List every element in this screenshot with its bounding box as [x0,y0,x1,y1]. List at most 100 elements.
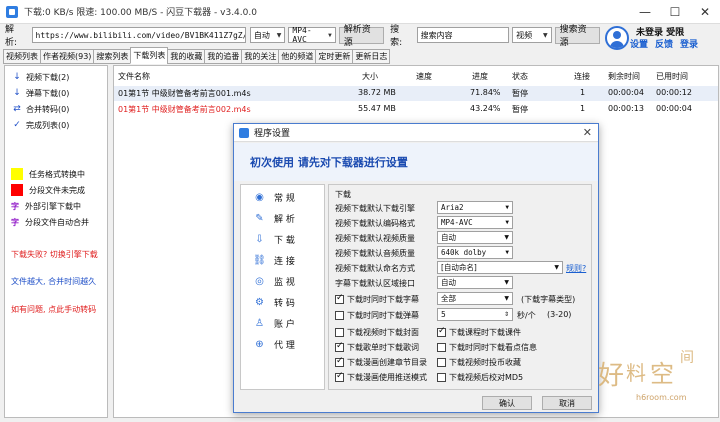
danmaku-checkbox[interactable]: 下载时同时下载弹幕 [335,310,419,321]
tab-search-list[interactable]: 搜索列表 [93,49,132,64]
nav-proxy[interactable]: ⊕ 代 理 [253,338,295,351]
tab-channel[interactable]: 他的频道 [278,49,317,64]
checkbox-checked-icon [335,371,344,382]
parse-button[interactable]: 解析资源 [338,25,385,48]
svg-text:间: 间 [680,350,694,366]
checkbox-unchecked-icon [335,328,344,337]
red-swatch [11,184,23,196]
note-switch-engine[interactable]: 下载失败? 切换引擎下载 [11,249,98,260]
tab-download-list[interactable]: 下载列表 [130,47,169,64]
subtitle-checkbox[interactable]: 下载时同时下载字幕 [335,293,419,305]
col-filename[interactable]: 文件名称 [118,71,150,82]
col-elapsed[interactable]: 已用时间 [656,71,688,82]
subtitle-type-select[interactable]: 全部 ▼ [437,292,513,305]
nav-label: 账 户 [274,320,295,330]
tab-favorites[interactable]: 我的收藏 [167,49,206,64]
search-type-select[interactable]: 视频 ▼ [512,27,552,43]
lyrics-checkbox[interactable]: 下载歌单时下载歌词 [335,341,419,353]
table-row[interactable]: 01第1节 中级财管备考前言001.m4s 38.72 MB 71.84% 暂停… [114,86,718,101]
comic-chapter-checkbox[interactable]: 下载漫画创建章节目录 [335,356,427,368]
checkbox-unchecked-icon [437,358,446,367]
title-bar: 下载:0 KB/s 限速: 100.00 MB/S - 闪豆下载器 - v3.4… [0,0,720,24]
search-button[interactable]: 搜索资源 [554,25,600,48]
ok-button[interactable]: 确认 [482,396,532,410]
sidebar-item-merge-transcode[interactable]: ⇄ 合并转码(0) [11,102,69,116]
comic-push-checkbox[interactable]: 下载漫画使用推送模式 [335,371,427,383]
codec-field-select[interactable]: MP4-AVC ▼ [437,216,513,229]
dialog-banner: 初次使用 请先对下载器进行设置 [234,143,598,181]
row-status: 暂停 [512,89,528,98]
codec-select[interactable]: MP4-AVC ▼ [288,26,336,44]
nav-label: 解 析 [274,215,295,225]
table-header: 文件名称 大小 速度 进度 状态 连接 剩余时间 已用时间 [114,68,718,84]
checkbox-unchecked-icon [437,373,446,382]
highlights-checkbox[interactable]: 下载时同时下载看点信息 [437,342,537,353]
video-quality-label: 视频下载默认视频质量 [335,234,415,243]
note-manual-transcode[interactable]: 如有问题, 点此手动转码 [11,304,96,315]
nav-account[interactable]: ♙ 账 户 [253,317,295,330]
mode-select[interactable]: 自动 ▼ [249,27,286,43]
checkbox-checked-icon [335,341,344,352]
avatar[interactable] [605,26,629,50]
nav-transcode[interactable]: ⚙ 转 码 [253,296,295,309]
checkbox-label: 下载视频时下载封面 [347,328,419,337]
tab-changelog[interactable]: 更新日志 [352,49,391,64]
col-size[interactable]: 大小 [362,71,378,82]
group-title: 下载 [335,190,351,199]
audio-quality-select[interactable]: 640k dolby ▼ [437,246,513,259]
settings-link[interactable]: 设置 [630,37,648,50]
tab-following-series[interactable]: 我的追番 [204,49,243,64]
tab-video-list[interactable]: 视频列表 [3,49,41,64]
checkbox-label: 下载漫画创建章节目录 [347,358,427,367]
sidebar-item-danmaku-download[interactable]: ↓ 弹幕下载(0) [11,86,69,100]
tab-author-videos[interactable]: 作者视频(93) [40,49,95,64]
tab-following[interactable]: 我的关注 [241,49,280,64]
checkbox-label: 下载时同时下载字幕 [347,295,419,304]
col-remaining[interactable]: 剩余时间 [608,71,640,82]
minimize-button[interactable]: — [630,0,660,24]
nav-general[interactable]: ◉ 常 规 [253,191,295,204]
sidebar-item-video-download[interactable]: ↓ 视频下载(2) [11,70,69,84]
codec-select-value: MP4-AVC [292,26,312,44]
login-link[interactable]: 登录 [680,37,698,50]
row-status: 暂停 [512,105,528,114]
cover-checkbox[interactable]: 下载视频时下载封面 [335,327,419,338]
col-speed[interactable]: 速度 [416,71,432,82]
search-input[interactable]: 搜索内容 [416,27,510,43]
maximize-button[interactable]: ☐ [660,0,690,24]
table-row[interactable]: 01第1节 中级财管备考前言002.m4s 55.47 MB 43.24% 暂停… [114,102,718,117]
feedback-link[interactable]: 反馈 [655,37,673,50]
naming-select[interactable]: [自动命名] ▼ [437,261,563,274]
legend-label: 任务格式转换中 [29,169,85,179]
close-icon[interactable]: ✕ [583,126,592,139]
coin-favorite-checkbox[interactable]: 下载视频时投币收藏 [437,357,521,368]
chevron-down-icon: ▼ [276,31,282,39]
engine-select[interactable]: Aria2 ▼ [437,201,513,214]
nav-monitor[interactable]: ◎ 监 视 [253,275,295,288]
md5-check-checkbox[interactable]: 下载视频后校对MD5 [437,372,523,383]
nav-label: 监 视 [274,278,295,288]
url-input[interactable]: https://www.bilibili.com/video/BV1BK411Z… [31,27,246,43]
courseware-checkbox[interactable]: 下载课程时下载课件 [437,326,521,338]
sidebar-item-completed[interactable]: ✓ 完成列表(0) [11,118,69,132]
char-mark-icon: 字 [11,218,19,227]
tab-scheduled-update[interactable]: 定时更新 [315,49,354,64]
checkbox-label: 下载时同时下载看点信息 [449,343,537,352]
subtitle-region-select[interactable]: 自动 ▼ [437,276,513,289]
danmaku-interval-stepper[interactable]: 5 ⇕ [437,308,513,321]
parse-label: 解 析: [5,25,18,48]
subtitle-type-note: (下载字幕类型) [521,295,576,304]
cancel-button[interactable]: 取消 [542,396,592,410]
nav-connection[interactable]: ⛓ 连 接 [253,254,295,267]
checkbox-unchecked-icon [437,343,446,352]
col-status[interactable]: 状态 [512,71,528,82]
close-button[interactable]: ✕ [690,0,720,24]
video-quality-select[interactable]: 自动 ▼ [437,231,513,244]
codec-value: MP4-AVC [441,218,473,227]
nav-download[interactable]: ⇩ 下 载 [253,233,295,246]
nav-parse[interactable]: ✎ 解 析 [253,212,295,225]
link-icon: ⛓ [253,255,266,266]
col-progress[interactable]: 进度 [472,71,488,82]
col-connections[interactable]: 连接 [574,71,590,82]
naming-rules-link[interactable]: 规则? [566,263,586,274]
